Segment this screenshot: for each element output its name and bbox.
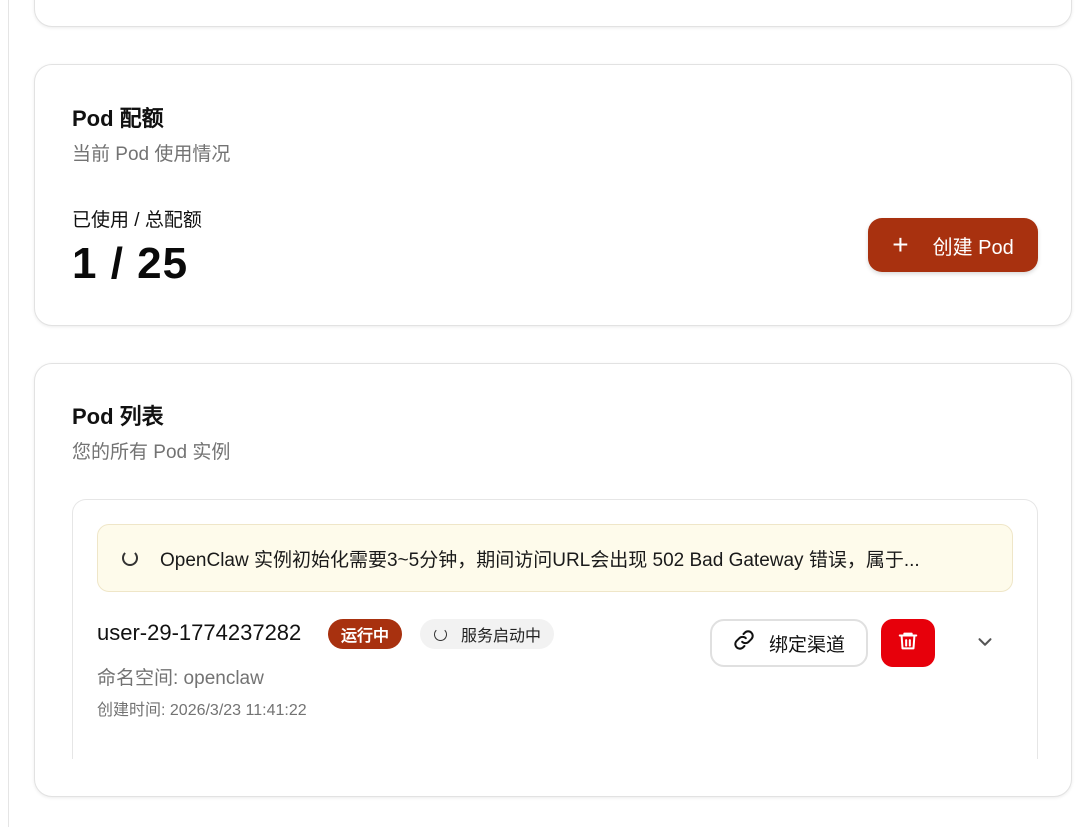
bind-channel-label: 绑定渠道 bbox=[768, 634, 845, 656]
pod-list-title: Pod 列表 bbox=[72, 404, 164, 429]
pod-list-card: Pod 列表 您的所有 Pod 实例 OpenClaw 实例初始化需要3~5分钟… bbox=[34, 363, 1072, 797]
service-status-label: 服务启动中 bbox=[461, 628, 542, 645]
service-status-badge: 服务启动中 bbox=[420, 619, 555, 649]
pod-quota-card: Pod 配额 当前 Pod 使用情况 已使用 / 总配额 1 / 25 + 创建… bbox=[34, 64, 1072, 326]
pod-item: OpenClaw 实例初始化需要3~5分钟，期间访问URL会出现 502 Bad… bbox=[72, 499, 1038, 759]
delete-pod-button[interactable] bbox=[881, 619, 935, 667]
trash-icon bbox=[897, 630, 919, 657]
chevron-down-icon bbox=[974, 631, 996, 658]
pod-namespace: 命名空间: openclaw bbox=[97, 668, 264, 689]
notice-text: OpenClaw 实例初始化需要3~5分钟，期间访问URL会出现 502 Bad… bbox=[160, 549, 920, 571]
quota-subtitle: 当前 Pod 使用情况 bbox=[72, 144, 231, 165]
spinner-icon bbox=[122, 550, 138, 566]
create-pod-button[interactable]: + 创建 Pod bbox=[868, 218, 1038, 272]
status-badge: 运行中 bbox=[328, 619, 403, 649]
quota-title: Pod 配额 bbox=[72, 106, 164, 131]
spinner-icon bbox=[434, 627, 447, 641]
bind-channel-button[interactable]: 绑定渠道 bbox=[710, 619, 868, 667]
create-pod-label: 创建 Pod bbox=[932, 236, 1014, 259]
pod-name: user-29-1774237282 bbox=[97, 620, 302, 645]
pod-list-subtitle: 您的所有 Pod 实例 bbox=[72, 442, 231, 463]
usage-value: 1 / 25 bbox=[72, 239, 189, 288]
previous-card bbox=[34, 0, 1072, 27]
plus-icon: + bbox=[892, 229, 909, 260]
usage-label: 已使用 / 总配额 bbox=[72, 210, 202, 231]
link-icon bbox=[733, 629, 755, 657]
expand-pod-button[interactable] bbox=[971, 630, 999, 658]
init-notice: OpenClaw 实例初始化需要3~5分钟，期间访问URL会出现 502 Bad… bbox=[97, 524, 1013, 592]
pod-created-at: 创建时间: 2026/3/23 11:41:22 bbox=[97, 702, 307, 719]
page-left-border bbox=[8, 0, 9, 827]
